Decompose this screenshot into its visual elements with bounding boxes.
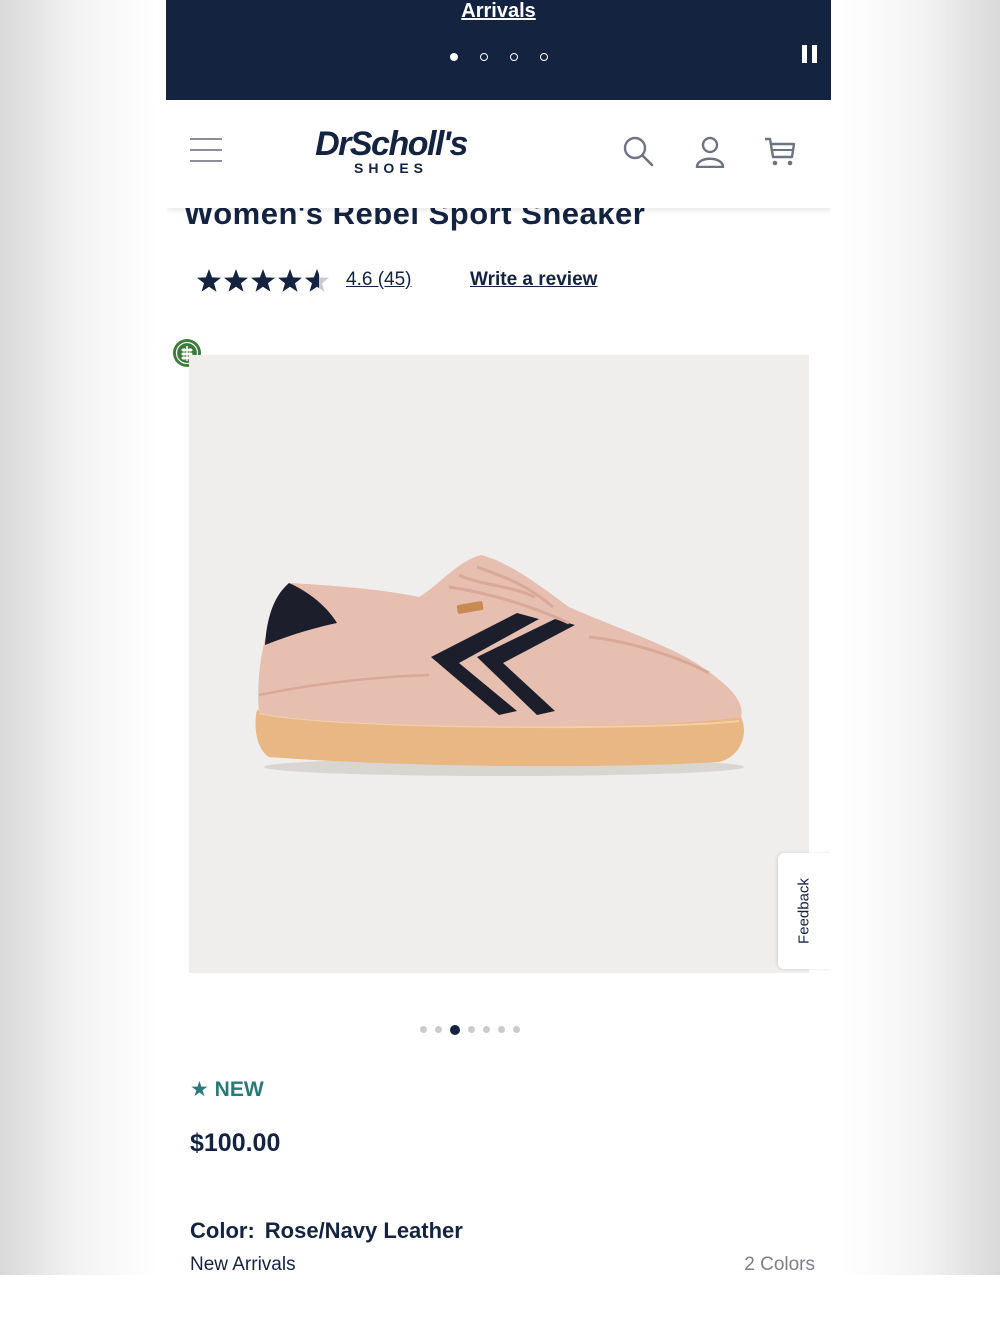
brand-name: DrScholl's [315, 125, 468, 163]
site-header: DrScholl's SHOES [166, 100, 831, 208]
star-icon [224, 269, 248, 292]
colors-count: 2 Colors [744, 1254, 815, 1275]
color-selection: Color: Rose/Navy Leather [190, 1218, 463, 1244]
carousel-dot[interactable] [435, 1026, 442, 1034]
carousel-dot[interactable] [468, 1026, 475, 1034]
promo-banner: Arrivals [166, 0, 831, 100]
brand-logo[interactable]: DrScholl's SHOES [306, 126, 476, 176]
new-badge: ★ NEW [190, 1078, 264, 1101]
carousel-dot-active[interactable] [450, 1024, 460, 1035]
search-icon[interactable] [621, 134, 655, 168]
rating-summary-link[interactable]: 4.6 (45) [346, 269, 411, 291]
promo-link[interactable]: Arrivals [166, 0, 831, 22]
star-icon [197, 269, 221, 292]
carousel-dot[interactable] [498, 1026, 505, 1034]
mobile-viewport: Arrivals DrScholl's SHOES Women's Rebel … [166, 0, 831, 1275]
star-icon [278, 269, 302, 292]
product-price: $100.00 [190, 1129, 281, 1157]
product-image[interactable] [189, 355, 809, 973]
blank-area [0, 1275, 1000, 1333]
promo-dot[interactable] [480, 53, 488, 61]
sneaker-illustration [255, 555, 745, 776]
promo-dot[interactable] [450, 53, 458, 61]
promo-carousel-dots [439, 48, 559, 62]
image-carousel-dots [420, 1021, 528, 1035]
cart-icon[interactable] [763, 134, 797, 168]
hamburger-menu-icon[interactable] [190, 136, 222, 164]
pause-icon[interactable] [802, 45, 818, 63]
carousel-dot[interactable] [420, 1026, 427, 1034]
star-icon [251, 269, 275, 292]
feedback-label: Feedback [795, 878, 813, 944]
color-value: Rose/Navy Leather [264, 1218, 463, 1243]
carousel-dot[interactable] [483, 1026, 490, 1034]
write-review-link[interactable]: Write a review [470, 269, 597, 291]
promo-dot[interactable] [540, 53, 548, 61]
rating-stars [197, 269, 329, 292]
subcategory-label: New Arrivals [190, 1254, 296, 1275]
carousel-dot[interactable] [513, 1026, 520, 1034]
feedback-tab[interactable]: Feedback [778, 853, 831, 969]
account-icon[interactable] [693, 134, 727, 168]
promo-dot[interactable] [510, 53, 518, 61]
color-label: Color: [190, 1218, 255, 1243]
